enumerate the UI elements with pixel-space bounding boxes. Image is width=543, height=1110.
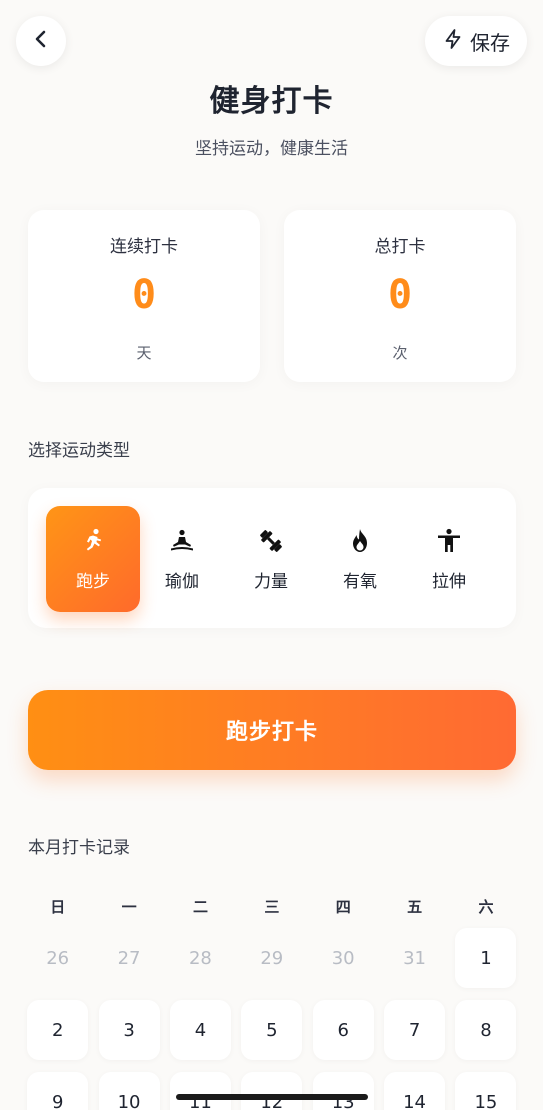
exercise-type-label: 选择运动类型 [28,441,130,461]
calendar-day: 27 [117,947,141,969]
type-label: 力量 [254,571,288,592]
type-cardio[interactable]: 有氧 [313,506,407,612]
calendar-day[interactable]: 8 [455,1000,517,1060]
weekday-label: 四 [335,898,351,916]
calendar-day[interactable]: 5 [241,1000,303,1060]
stat-value: 0 [387,272,413,318]
weekday-label: 日 [50,898,66,916]
calendar-day[interactable]: 12 [241,1072,303,1110]
type-label: 跑步 [76,571,110,592]
weekday-label: 五 [407,898,423,916]
weekday-label: 一 [121,898,137,916]
chevron-left-icon [31,29,51,53]
lightning-icon [442,28,464,55]
type-strength[interactable]: 力量 [224,506,318,612]
type-stretch[interactable]: 拉伸 [402,506,496,612]
stat-unit: 次 [392,344,408,362]
save-button[interactable]: 保存 [425,16,527,66]
monthly-record-label: 本月打卡记录 [28,838,130,858]
running-icon [79,527,107,555]
type-label: 有氧 [343,571,377,592]
calendar-day[interactable]: 15 [455,1072,517,1110]
checkin-button[interactable]: 跑步打卡 [28,690,516,770]
stat-value: 0 [131,272,157,318]
save-button-label: 保存 [470,30,510,55]
calendar-day[interactable]: 4 [169,1000,231,1060]
type-label: 拉伸 [432,571,466,592]
calendar-day: 26 [46,947,70,969]
page-subtitle: 坚持运动，健康生活 [195,139,348,159]
flame-icon [346,527,374,555]
total-stat-card: 总打卡 0 次 [284,210,516,382]
dumbbell-icon [257,527,285,555]
back-button[interactable] [16,16,66,66]
calendar-week-row: 26 27 28 29 30 31 1 [22,928,522,1000]
yoga-icon [168,527,196,555]
exercise-type-panel: 跑步 瑜伽 力量 有氧 拉伸 [28,488,516,628]
calendar-day: 28 [188,947,212,969]
calendar-day: 29 [260,947,284,969]
weekday-label: 二 [192,898,208,916]
calendar-day[interactable]: 13 [312,1072,374,1110]
calendar-day[interactable]: 1 [455,928,517,988]
weekday-label: 三 [264,898,280,916]
calendar-day[interactable]: 14 [384,1072,446,1110]
stat-label: 总打卡 [374,237,426,257]
type-running[interactable]: 跑步 [46,506,140,612]
calendar-day[interactable]: 7 [384,1000,446,1060]
stat-label: 连续打卡 [110,237,178,257]
stat-unit: 天 [136,344,152,362]
calendar-day[interactable]: 9 [27,1072,89,1110]
stretch-icon [435,527,463,555]
type-yoga[interactable]: 瑜伽 [135,506,229,612]
calendar-day[interactable]: 11 [169,1072,231,1110]
weekday-label: 六 [478,898,494,916]
calendar-day[interactable]: 2 [27,1000,89,1060]
calendar-day[interactable]: 10 [98,1072,160,1110]
weekday-header-row: 日 一 二 三 四 五 六 [22,886,522,928]
calendar-day[interactable]: 6 [312,1000,374,1060]
calendar-day[interactable]: 3 [98,1000,160,1060]
calendar-grid: 日 一 二 三 四 五 六 26 27 28 29 30 31 1 2 3 4 … [22,886,522,1110]
type-label: 瑜伽 [165,571,199,592]
streak-stat-card: 连续打卡 0 天 [28,210,260,382]
calendar-day: 30 [331,947,355,969]
page-title: 健身打卡 [209,84,334,119]
calendar-day: 31 [403,947,427,969]
calendar-week-row: 2 3 4 5 6 7 8 [22,1000,522,1072]
home-indicator [176,1094,368,1100]
calendar-week-row: 9 10 11 12 13 14 15 [22,1072,522,1110]
